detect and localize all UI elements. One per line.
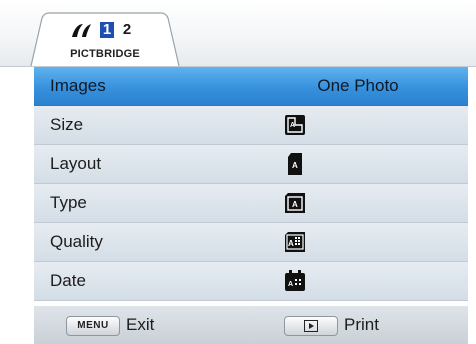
svg-text:A: A [290, 122, 295, 129]
menu-row-label: Type [50, 193, 87, 212]
menu-key-button[interactable]: MENU [66, 316, 120, 336]
page-2-icon: 2 [122, 21, 132, 38]
play-icon [304, 320, 318, 332]
menu-row-date[interactable]: Date A [34, 262, 468, 301]
menu-row-type[interactable]: Type A [34, 184, 468, 223]
svg-text:A: A [292, 161, 298, 170]
menu-row-label: Quality [50, 232, 103, 251]
menu-row-value: One Photo [317, 76, 399, 95]
svg-text:A: A [292, 200, 298, 209]
menu-row-label: Date [50, 271, 86, 290]
menu-row-label: Layout [50, 154, 102, 173]
menu-row-size[interactable]: Size A [34, 106, 468, 145]
print-label: Print [344, 315, 379, 334]
size-icon: A [285, 115, 305, 135]
menu-row-layout[interactable]: Layout A [34, 145, 468, 184]
layout-icon: A [288, 153, 302, 175]
exit-label: Exit [126, 315, 155, 334]
camera-icon [72, 24, 91, 37]
svg-text:A: A [288, 281, 293, 288]
tab-label: PICTBRIDGE [70, 48, 140, 60]
tab-strip: 1 2 PICTBRIDGE [0, 0, 476, 67]
pictbridge-menu: Images One Photo Size A Layout A Type A [34, 67, 468, 301]
footer-bar: MENU Exit Print [34, 306, 468, 344]
quality-icon: A [285, 232, 305, 252]
date-icon: A [285, 270, 305, 291]
menu-row-label: Size [50, 115, 84, 134]
pictbridge-screen: 1 2 PICTBRIDGE Images One Photo Size A L… [0, 0, 476, 344]
tab-pictbridge[interactable]: 1 2 PICTBRIDGE [30, 12, 180, 66]
page-1-icon: 1 [100, 22, 114, 38]
type-icon: A [285, 193, 305, 213]
menu-row-label: Images [50, 76, 106, 95]
menu-row-images[interactable]: Images One Photo [34, 67, 468, 106]
menu-row-quality[interactable]: Quality A [34, 223, 468, 262]
play-key-button[interactable] [284, 316, 338, 336]
svg-text:A: A [288, 239, 294, 248]
